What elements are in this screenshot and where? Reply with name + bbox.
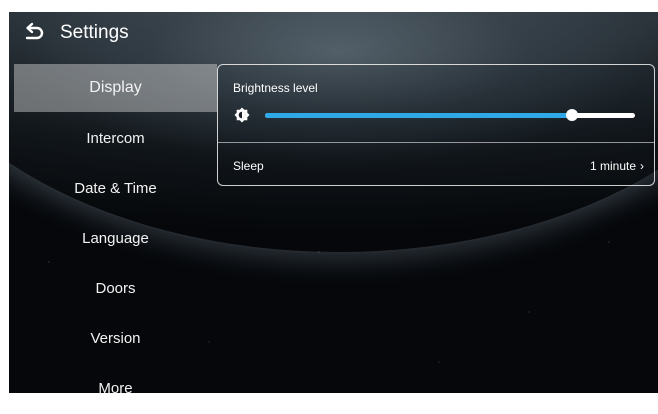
- slider-fill: [265, 113, 573, 118]
- sidebar-item-more[interactable]: More: [14, 364, 217, 412]
- sidebar-item-intercom[interactable]: Intercom: [14, 114, 217, 162]
- page-title: Settings: [60, 22, 129, 43]
- display-settings-panel: Brightness level Sleep 1 minute ›: [217, 64, 655, 186]
- brightness-label: Brightness level: [233, 81, 318, 95]
- sleep-value-text: 1 minute: [589, 159, 636, 173]
- back-arrow-icon[interactable]: [21, 20, 47, 46]
- sidebar-item-version[interactable]: Version: [14, 314, 217, 362]
- chevron-right-icon: ›: [640, 159, 644, 173]
- slider-thumb[interactable]: [566, 109, 579, 121]
- sidebar-item-date-time[interactable]: Date & Time: [14, 164, 217, 212]
- brightness-slider[interactable]: [265, 109, 635, 121]
- sidebar-item-doors[interactable]: Doors: [14, 264, 217, 312]
- header: Settings: [9, 12, 129, 54]
- sidebar-item-display[interactable]: Display: [14, 64, 217, 112]
- sidebar: Display Intercom Date & Time Language Do…: [14, 64, 217, 414]
- sidebar-item-language[interactable]: Language: [14, 214, 217, 262]
- brightness-icon: [234, 107, 250, 123]
- sleep-value: 1 minute ›: [590, 159, 644, 173]
- sleep-setting-row[interactable]: Sleep 1 minute ›: [218, 143, 654, 185]
- sleep-label: Sleep: [233, 159, 264, 173]
